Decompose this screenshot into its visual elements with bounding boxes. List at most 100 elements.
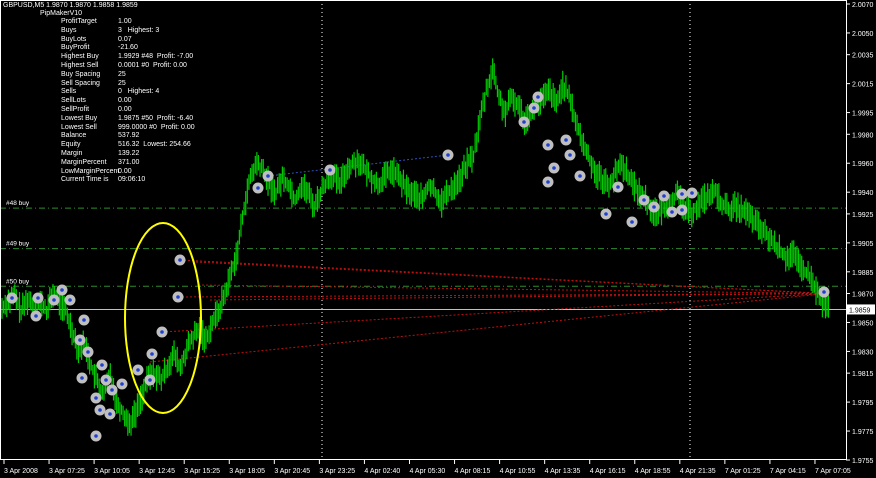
info-key: Lowest Buy — [61, 114, 98, 122]
y-tick-label: 1.9940 — [852, 190, 874, 197]
x-tick-label: 3 Apr 07:25 — [49, 468, 85, 475]
info-key: Highest Sell — [61, 61, 99, 69]
info-row: Sells 0 Highest: 4 — [3, 88, 195, 97]
info-row: MarginPercent 371.00 — [3, 159, 195, 168]
info-key: ProfitTarget — [61, 18, 97, 25]
info-row: Equity 516.32 Lowest: 254.66 — [3, 141, 195, 150]
y-tick-label: 1.9980 — [852, 132, 874, 139]
order-marker-dot — [178, 258, 182, 262]
y-tick-label: 2.0035 — [852, 53, 874, 60]
order-marker-dot — [60, 288, 64, 292]
x-tick-label: 4 Apr 16:15 — [590, 468, 626, 475]
order-marker-dot — [680, 192, 684, 196]
info-row: Highest Sell 0.0001 #0 Profit: 0.00 — [3, 62, 195, 71]
info-row: ProfitTarget 1.00 — [3, 18, 195, 27]
order-marker-dot — [94, 396, 98, 400]
info-row: Lowest Sell 999.0000 #0 Profit: 0.00 — [3, 124, 195, 133]
expert-name: PipMakerV10 — [40, 10, 83, 17]
info-row: Lowest Buy 1.9875 #50 Profit: -6.40 — [3, 115, 195, 124]
order-marker-dot — [110, 388, 114, 392]
info-value: 0.0001 #0 Profit: 0.00 — [118, 61, 187, 69]
y-tick-label: 1.9925 — [852, 212, 874, 219]
info-value: 139.22 — [118, 149, 140, 157]
info-key: SellProfit — [61, 105, 90, 113]
order-marker-dot — [78, 338, 82, 342]
order-marker-dot — [82, 318, 86, 322]
x-tick-label: 4 Apr 02:40 — [364, 468, 400, 475]
y-tick-label: 1.9795 — [852, 400, 874, 407]
info-key: BuyLots — [61, 35, 87, 43]
order-marker-dot — [680, 208, 684, 212]
info-value: 3 Highest: 3 — [118, 26, 160, 34]
order-marker-dot — [578, 174, 582, 178]
order-marker-dot — [150, 352, 154, 356]
y-tick-label: 2.0050 — [852, 31, 874, 38]
order-marker-dot — [328, 168, 332, 172]
info-row: BuyProfit -21.60 — [3, 44, 195, 53]
x-tick-label: 3 Apr 12:45 — [139, 468, 175, 475]
order-marker-dot — [36, 296, 40, 300]
y-tick-label: 1.9815 — [852, 371, 874, 378]
info-row: BuyLots 0.07 — [3, 36, 195, 45]
info-value: 0.00 — [118, 97, 132, 105]
info-row: Margin 139.22 — [3, 150, 195, 159]
y-tick-label: 1.9905 — [852, 241, 874, 248]
chart-grid — [321, 4, 691, 460]
order-marker-dot — [568, 153, 572, 157]
order-marker-dot — [604, 212, 608, 216]
x-tick-label: 4 Apr 05:30 — [409, 468, 445, 475]
info-value: 371.00 — [118, 158, 140, 166]
x-tick-label: 3 Apr 18:05 — [229, 468, 265, 475]
y-tick-label: 2.0015 — [852, 82, 874, 89]
info-value: 0.07 — [118, 35, 132, 43]
info-row: Buys 3 Highest: 3 — [3, 27, 195, 36]
current-price-label: 1.9859 — [849, 307, 871, 314]
order-marker-dot — [176, 295, 180, 299]
x-tick-label: 4 Apr 13:35 — [545, 468, 581, 475]
info-row: Balance 537.92 — [3, 132, 195, 141]
y-tick-label: 1.9870 — [852, 292, 874, 299]
y-tick-label: 1.9960 — [852, 161, 874, 168]
order-marker-dot — [94, 434, 98, 438]
order-marker-dot — [100, 363, 104, 367]
info-key: Equity — [61, 141, 81, 149]
x-tick-label: 4 Apr 08:15 — [455, 468, 491, 475]
info-key: SellLots — [61, 97, 86, 105]
y-tick-label: 1.9885 — [852, 270, 874, 277]
order-marker-dot — [532, 106, 536, 110]
x-tick-label: 3 Apr 20:45 — [274, 468, 310, 475]
order-marker-dot — [546, 143, 550, 147]
order-marker-dot — [652, 205, 656, 209]
info-value: 0.00 — [118, 105, 132, 113]
info-key: Current Time is — [61, 176, 109, 184]
info-value: 1.9875 #50 Profit: -6.40 — [118, 114, 194, 122]
info-key: Sell Spacing — [61, 79, 100, 87]
order-marker-dot — [642, 198, 646, 202]
order-marker-dot — [160, 330, 164, 334]
x-tick-label: 3 Apr 23:25 — [319, 468, 355, 475]
order-marker-dot — [34, 314, 38, 318]
info-key: Lowest Sell — [61, 123, 97, 131]
info-value: 516.32 Lowest: 254.66 — [118, 141, 191, 149]
order-marker-dot — [98, 408, 102, 412]
trade-lines — [149, 154, 827, 363]
info-value: 0 Highest: 4 — [118, 88, 160, 96]
order-marker-dot — [52, 298, 56, 302]
info-row: SellProfit 0.00 — [3, 106, 195, 115]
info-value: 1.00 — [118, 18, 132, 25]
order-marker-dot — [266, 174, 270, 178]
order-marker-dot — [104, 378, 108, 382]
order-marker-dot — [136, 368, 140, 372]
info-key: Buy Spacing — [61, 70, 101, 78]
trade-line — [161, 293, 827, 333]
trade-line — [267, 154, 449, 177]
order-marker-dot — [108, 412, 112, 416]
y-tick-label: 1.9830 — [852, 349, 874, 356]
info-key: BuyProfit — [61, 44, 90, 52]
info-key: Highest Buy — [61, 53, 99, 61]
y-tick-label: 2.0070 — [852, 2, 874, 9]
info-value: 25 — [118, 79, 126, 87]
trade-line — [149, 293, 827, 363]
order-marker-dot — [822, 290, 826, 294]
order-marker-dot — [546, 180, 550, 184]
